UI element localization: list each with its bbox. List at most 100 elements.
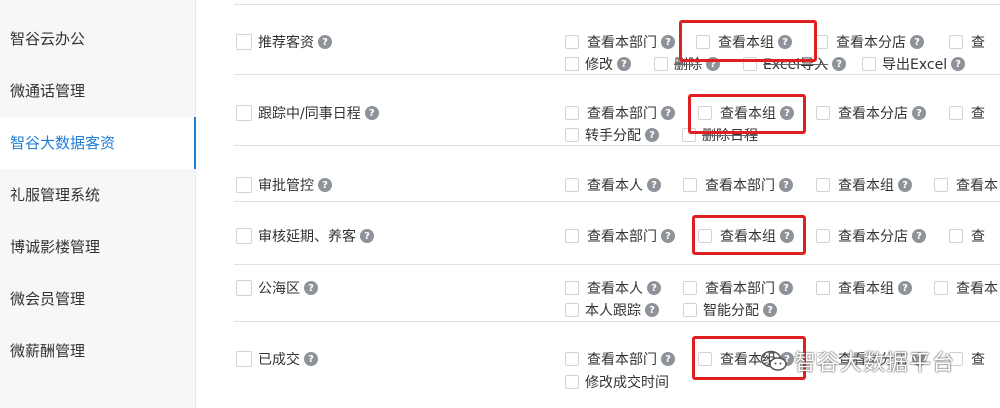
checkbox[interactable] — [949, 106, 963, 120]
perm-self-tracking[interactable]: 本人跟踪? — [565, 300, 659, 320]
perm-view-more[interactable]: 查 — [949, 349, 985, 369]
sidebar-item-call-management[interactable]: 微通话管理 — [0, 65, 196, 117]
perm-view-branch[interactable]: 查看本分店? — [816, 349, 926, 369]
row-checkbox[interactable] — [236, 280, 252, 296]
checkbox[interactable] — [696, 35, 710, 49]
help-icon[interactable]: ? — [661, 229, 675, 243]
checkbox[interactable] — [683, 303, 697, 317]
help-icon[interactable]: ? — [778, 35, 792, 49]
perm-excel-import[interactable]: Excel导入? — [743, 54, 847, 74]
help-icon[interactable]: ? — [706, 57, 720, 71]
checkbox[interactable] — [683, 281, 697, 295]
row-checkbox[interactable] — [236, 105, 252, 121]
perm-delete-schedule[interactable]: 删除日程 — [682, 125, 758, 145]
help-icon[interactable]: ? — [661, 35, 675, 49]
help-icon[interactable]: ? — [779, 281, 793, 295]
help-icon[interactable]: ? — [898, 178, 912, 192]
help-icon[interactable]: ? — [910, 35, 924, 49]
sidebar-item-member-management[interactable]: 微会员管理 — [0, 273, 196, 325]
checkbox[interactable] — [565, 352, 579, 366]
checkbox[interactable] — [682, 128, 696, 142]
perm-view-branch[interactable]: 查看本分店? — [816, 103, 926, 123]
permission-row-tracking-schedule[interactable]: 跟踪中/同事日程 ? — [236, 103, 379, 123]
help-icon[interactable]: ? — [645, 128, 659, 142]
checkbox[interactable] — [816, 229, 830, 243]
perm-view-group[interactable]: 查看本组? — [698, 349, 794, 369]
help-icon[interactable]: ? — [647, 178, 661, 192]
perm-view-department[interactable]: 查看本部门? — [683, 175, 793, 195]
help-icon[interactable]: ? — [661, 352, 675, 366]
checkbox[interactable] — [565, 303, 579, 317]
perm-smart-assign[interactable]: 智能分配? — [683, 300, 777, 320]
sidebar-item-big-data-leads[interactable]: 智谷大数据客资 — [0, 117, 196, 169]
checkbox[interactable] — [565, 375, 579, 389]
checkbox[interactable] — [698, 229, 712, 243]
help-icon[interactable]: ? — [780, 352, 794, 366]
help-icon[interactable]: ? — [360, 229, 374, 243]
checkbox[interactable] — [949, 229, 963, 243]
checkbox[interactable] — [565, 35, 579, 49]
checkbox[interactable] — [565, 229, 579, 243]
checkbox[interactable] — [816, 178, 830, 192]
perm-view-branch[interactable]: 查看本分店? — [816, 226, 926, 246]
perm-view-group[interactable]: 查看本组? — [698, 103, 794, 123]
help-icon[interactable]: ? — [364, 106, 379, 120]
checkbox[interactable] — [814, 35, 828, 49]
perm-view-department[interactable]: 查看本部门? — [683, 278, 793, 298]
help-icon[interactable]: ? — [951, 57, 966, 71]
help-icon[interactable]: ? — [912, 352, 926, 366]
checkbox[interactable] — [949, 352, 963, 366]
checkbox[interactable] — [565, 57, 579, 71]
perm-view-self[interactable]: 查看本人? — [565, 175, 661, 195]
checkbox[interactable] — [698, 106, 712, 120]
help-icon[interactable]: ? — [318, 35, 332, 49]
help-icon[interactable]: ? — [912, 106, 926, 120]
checkbox[interactable] — [698, 352, 712, 366]
checkbox[interactable] — [934, 281, 948, 295]
perm-transfer-assign[interactable]: 转手分配? — [565, 125, 659, 145]
row-checkbox[interactable] — [236, 177, 252, 193]
checkbox[interactable] — [816, 352, 830, 366]
help-icon[interactable]: ? — [832, 57, 847, 71]
perm-view-group[interactable]: 查看本组? — [698, 226, 794, 246]
help-icon[interactable]: ? — [617, 57, 631, 71]
sidebar-item-payroll-management[interactable]: 微薪酬管理 — [0, 325, 196, 377]
help-icon[interactable]: ? — [912, 229, 926, 243]
checkbox[interactable] — [862, 57, 876, 71]
permission-row-review-extension[interactable]: 审核延期、养客 ? — [236, 226, 374, 246]
help-icon[interactable]: ? — [318, 178, 332, 192]
checkbox[interactable] — [683, 178, 697, 192]
checkbox[interactable] — [816, 106, 830, 120]
help-icon[interactable]: ? — [647, 281, 661, 295]
checkbox[interactable] — [565, 281, 579, 295]
row-checkbox[interactable] — [236, 34, 252, 50]
permission-row-public-pool[interactable]: 公海区 ? — [236, 278, 318, 298]
perm-view-department[interactable]: 查看本部门? — [565, 103, 675, 123]
permission-row-approval-control[interactable]: 审批管控 ? — [236, 175, 332, 195]
perm-view-more[interactable]: 查看本 — [934, 175, 998, 195]
perm-view-more[interactable]: 查 — [949, 32, 985, 52]
sidebar-item-studio-management[interactable]: 博诚影楼管理 — [0, 221, 196, 273]
checkbox[interactable] — [934, 178, 948, 192]
perm-view-department[interactable]: 查看本部门? — [565, 32, 675, 52]
help-icon[interactable]: ? — [780, 229, 794, 243]
help-icon[interactable]: ? — [763, 303, 777, 317]
checkbox[interactable] — [743, 57, 757, 71]
sidebar-item-zhigu-cloud-office[interactable]: 智谷云办公 — [0, 13, 196, 65]
checkbox[interactable] — [949, 35, 963, 49]
perm-delete[interactable]: 删除? — [654, 54, 720, 74]
help-icon[interactable]: ? — [304, 352, 318, 366]
row-checkbox[interactable] — [236, 228, 252, 244]
perm-view-more[interactable]: 查看本 — [934, 278, 998, 298]
sidebar-item-gown-management[interactable]: 礼服管理系统 — [0, 169, 196, 221]
help-icon[interactable]: ? — [661, 106, 675, 120]
perm-view-group[interactable]: 查看本组? — [816, 278, 912, 298]
checkbox[interactable] — [565, 128, 579, 142]
row-checkbox[interactable] — [236, 351, 252, 367]
help-icon[interactable]: ? — [898, 281, 912, 295]
checkbox[interactable] — [565, 106, 579, 120]
perm-edit-deal-time[interactable]: 修改成交时间 — [565, 372, 669, 392]
checkbox[interactable] — [654, 57, 668, 71]
help-icon[interactable]: ? — [304, 281, 318, 295]
permission-row-closed-deals[interactable]: 已成交 ? — [236, 349, 318, 369]
